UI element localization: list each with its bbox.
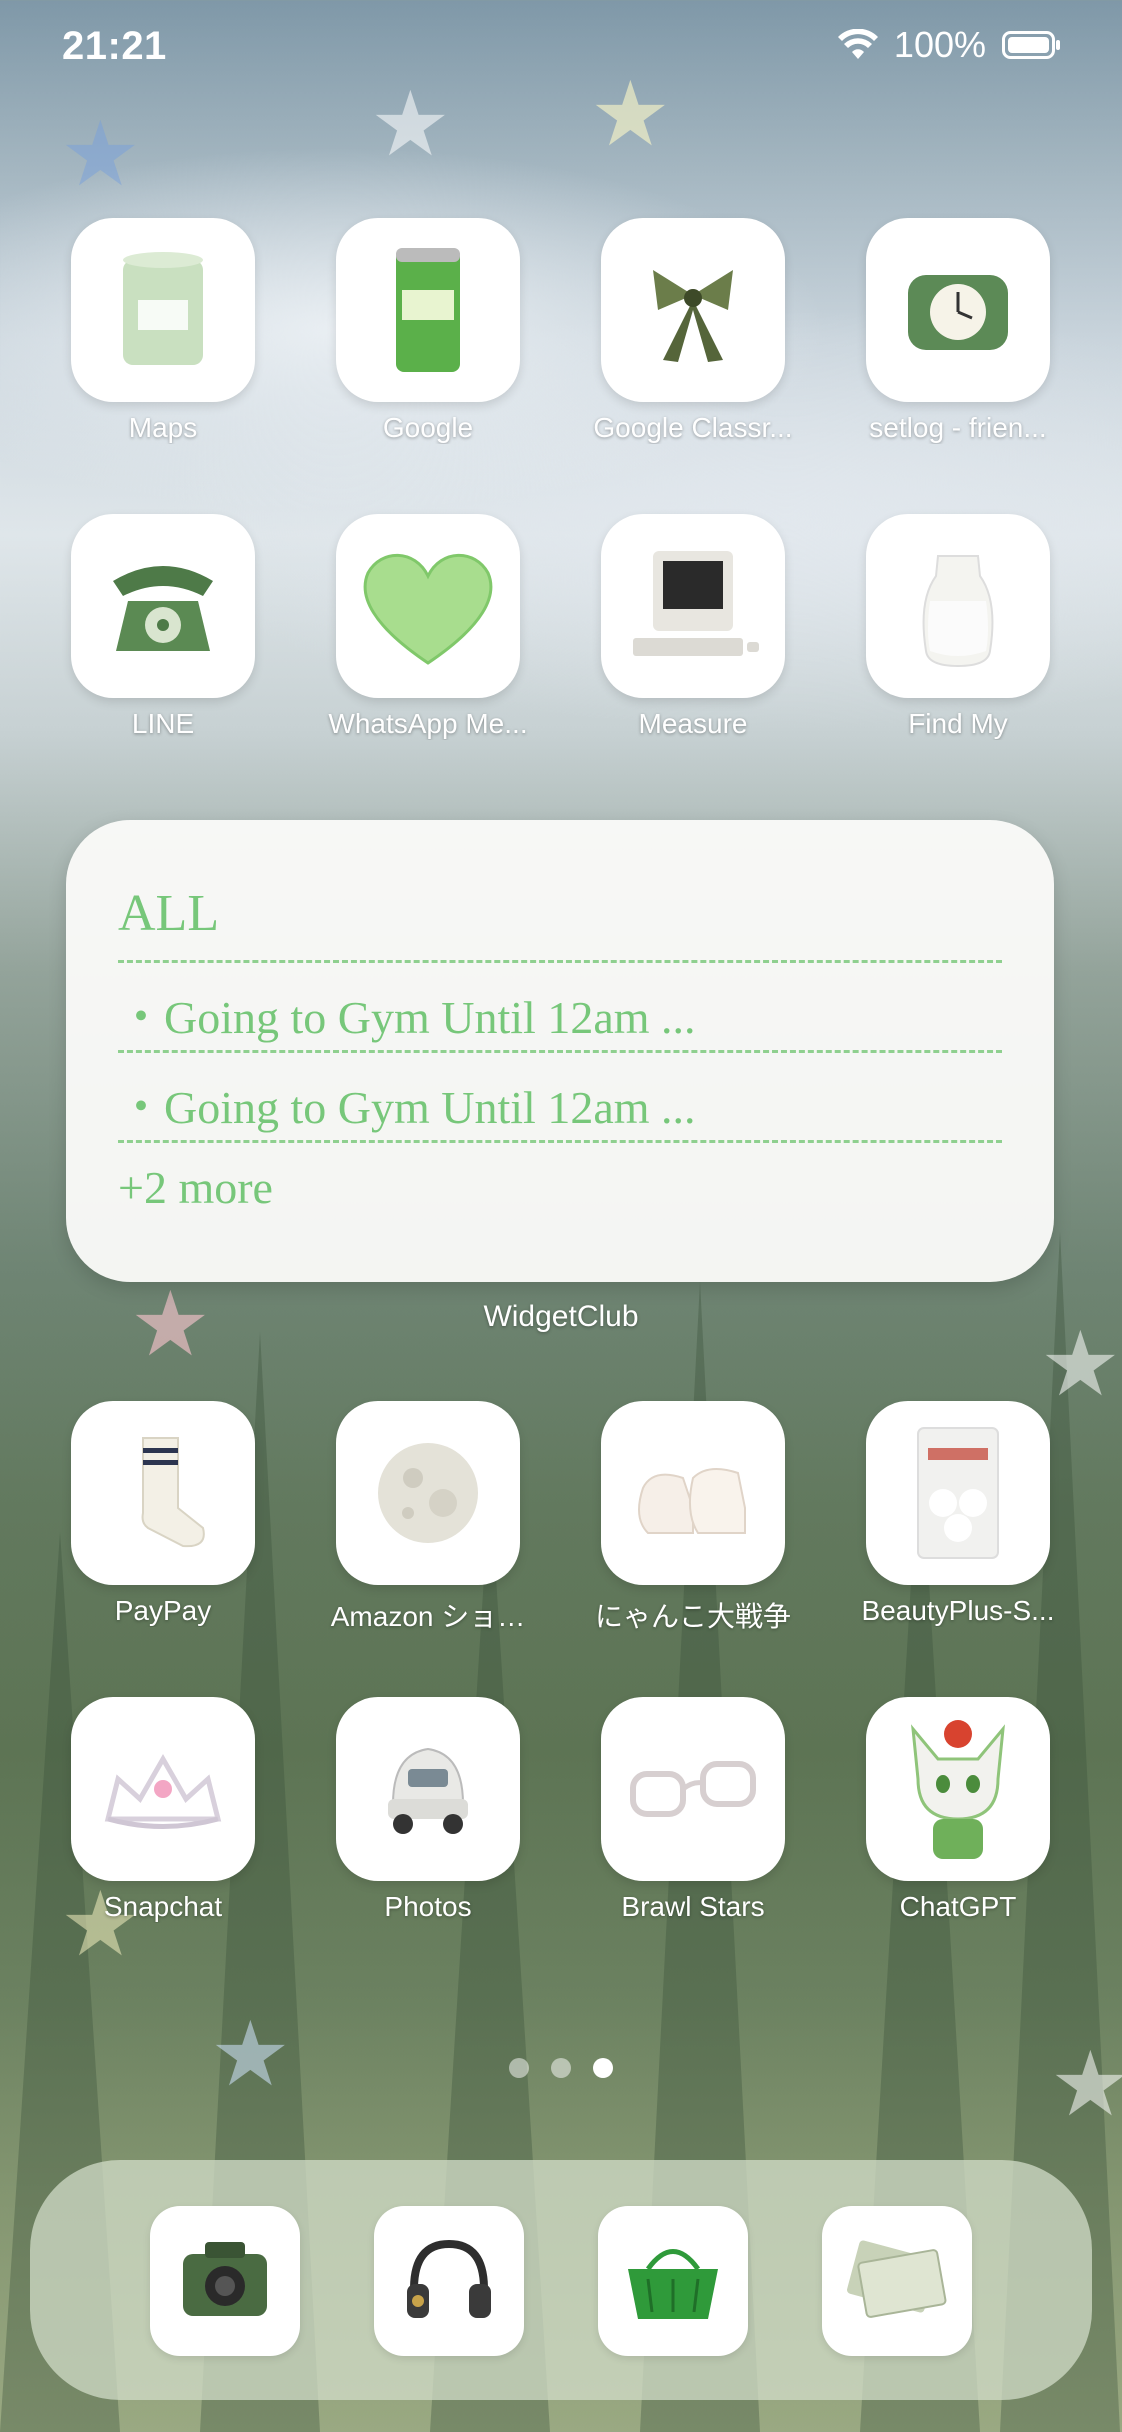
dock-app-basket[interactable] bbox=[598, 2206, 748, 2356]
app-find-my[interactable]: Find My bbox=[866, 514, 1050, 740]
widget-more: +2 more bbox=[118, 1140, 1002, 1214]
app-amazon[interactable]: Amazon ショ… bbox=[331, 1401, 525, 1635]
app-setlog[interactable]: setlog - frien... bbox=[866, 218, 1050, 444]
socks-icon bbox=[71, 1401, 255, 1585]
dock bbox=[30, 2160, 1092, 2400]
app-nyanko[interactable]: にゃんこ大戦争 bbox=[595, 1401, 791, 1635]
dock-app-money[interactable] bbox=[822, 2206, 972, 2356]
clock-time: 21:21 bbox=[62, 24, 167, 68]
alarm-clock-icon bbox=[866, 218, 1050, 402]
app-google-classroom[interactable]: Google Classr... bbox=[593, 218, 793, 444]
app-google[interactable]: Google bbox=[336, 218, 520, 444]
glasses-icon bbox=[601, 1697, 785, 1881]
battery-icon bbox=[1002, 31, 1060, 59]
app-snapchat[interactable]: Snapchat bbox=[71, 1697, 255, 1923]
page-indicator[interactable] bbox=[0, 2058, 1122, 2078]
page-dot[interactable] bbox=[551, 2058, 571, 2078]
shopping-basket-icon bbox=[618, 2234, 728, 2329]
app-photos[interactable]: Photos bbox=[336, 1697, 520, 1923]
widget-item: ・Going to Gym Until 12am ... bbox=[118, 1050, 1002, 1137]
money-icon bbox=[842, 2234, 952, 2329]
camera-icon bbox=[175, 2234, 275, 2329]
wifi-icon bbox=[837, 29, 878, 61]
milk-jug-icon bbox=[866, 514, 1050, 698]
shoes-icon bbox=[601, 1401, 785, 1585]
reminders-widget[interactable]: ALL ・Going to Gym Until 12am ... ・Going … bbox=[66, 820, 1054, 1282]
cat-character-icon bbox=[866, 1697, 1050, 1881]
battery-percent: 100% bbox=[893, 24, 986, 65]
moon-icon bbox=[336, 1401, 520, 1585]
app-line[interactable]: LINE bbox=[71, 514, 255, 740]
widget-item: ・Going to Gym Until 12am ... bbox=[118, 960, 1002, 1047]
dock-app-headphones[interactable] bbox=[374, 2206, 524, 2356]
app-maps[interactable]: Maps bbox=[71, 218, 255, 444]
telephone-icon bbox=[71, 514, 255, 698]
page-dot[interactable] bbox=[509, 2058, 529, 2078]
cotton-pads-icon bbox=[866, 1401, 1050, 1585]
page-dot-active[interactable] bbox=[593, 2058, 613, 2078]
app-measure[interactable]: Measure bbox=[601, 514, 785, 740]
dock-app-camera[interactable] bbox=[150, 2206, 300, 2356]
candle-icon bbox=[71, 218, 255, 402]
app-whatsapp[interactable]: WhatsApp Me... bbox=[328, 514, 528, 740]
widget-title: ALL bbox=[118, 885, 220, 942]
green-tea-can-icon bbox=[336, 218, 520, 402]
heart-icon bbox=[336, 514, 520, 698]
app-chatgpt[interactable]: ChatGPT bbox=[866, 1697, 1050, 1923]
tiara-icon bbox=[71, 1697, 255, 1881]
app-paypay[interactable]: PayPay bbox=[71, 1401, 255, 1627]
status-bar: 21:21 100% bbox=[0, 0, 1122, 100]
app-beautyplus[interactable]: BeautyPlus-S... bbox=[862, 1401, 1054, 1627]
ribbon-bow-icon bbox=[601, 218, 785, 402]
headphones-icon bbox=[399, 2229, 499, 2334]
car-icon bbox=[336, 1697, 520, 1881]
computer-icon bbox=[601, 514, 785, 698]
app-brawl-stars[interactable]: Brawl Stars bbox=[601, 1697, 785, 1923]
widget-caption: WidgetClub bbox=[483, 1300, 639, 1333]
